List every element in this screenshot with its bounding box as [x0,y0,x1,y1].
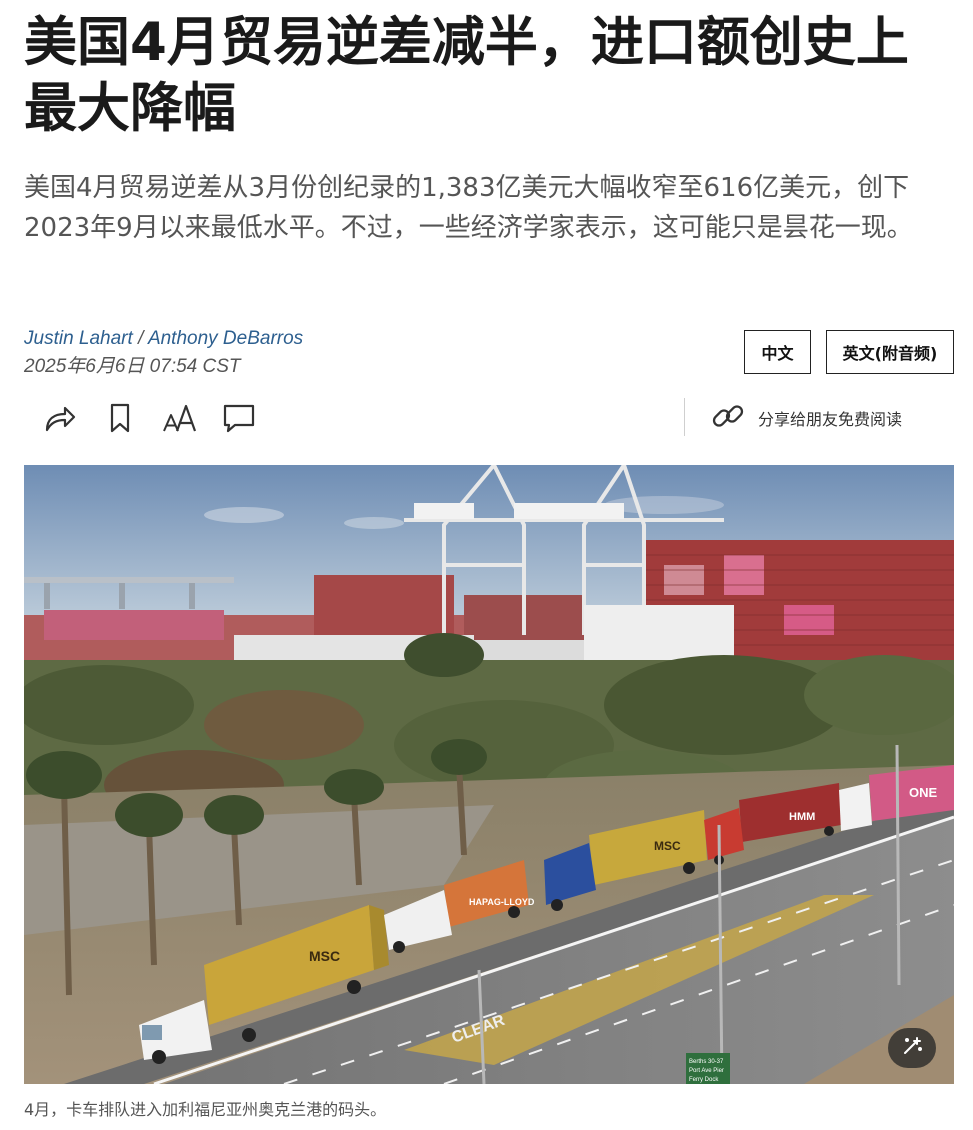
english-audio-button[interactable]: 英文(附音频) [826,330,954,374]
share-icon[interactable] [40,398,80,438]
chinese-language-button[interactable]: 中文 [744,330,811,374]
author-link-debarros[interactable]: Anthony DeBarros [148,328,303,349]
truck-3-label: MSC [654,839,681,853]
text-size-icon[interactable] [160,398,200,438]
headline: 美国4月贸易逆差减半，进口额创史上最大降幅 [24,12,909,139]
truck-5-label: ONE [909,785,938,800]
truck-4-label: HMM [789,811,815,823]
truck-1-label: MSC [309,948,340,964]
sign-line-1: Berths 30-37 [689,1059,724,1065]
comment-icon[interactable] [219,398,259,438]
author-link-lahart[interactable]: Justin Lahart [24,328,133,349]
author-separator: / [132,328,148,349]
photo-caption: 4月，卡车排队进入加利福尼亚州奥克兰港的码头。 [24,1100,387,1119]
link-icon [710,398,746,438]
byline: Justin Lahart / Anthony DeBarros [24,326,303,352]
expand-image-button[interactable] [888,1028,936,1068]
gift-label: 分享给朋友免费阅读 [758,410,903,429]
article-summary: 美国4月贸易逆差从3月份创纪录的1,383亿美元大幅收窄至616亿美元，创下20… [24,173,913,243]
sign-line-3: Ferry Dock [689,1077,719,1083]
truck-2-label: HAPAG-LLOYD [469,897,535,907]
toolbar-divider [684,398,685,436]
publish-timestamp: 2025年6月6日 07:54 CST [24,356,241,377]
sign-line-2: Port Ave Pier [689,1068,724,1074]
gift-article-link[interactable]: 分享给朋友免费阅读 [710,398,902,438]
article-photo[interactable]: CLEAR MSC HAPAG-LLOYD MSC HMM ONE Berths… [24,465,954,1084]
bookmark-icon[interactable] [100,398,140,438]
expand-icon [901,1035,923,1061]
